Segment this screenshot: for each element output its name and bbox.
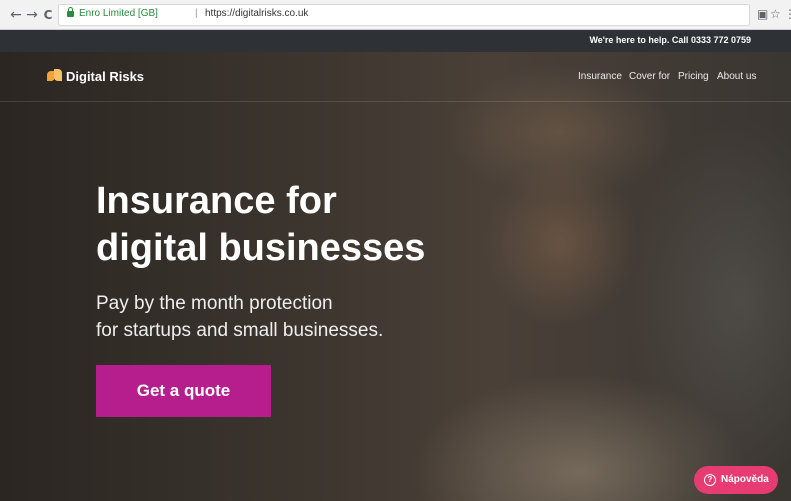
nav-pricing[interactable]: Pricing bbox=[678, 71, 709, 82]
back-arrow-icon[interactable]: ← bbox=[8, 6, 24, 24]
address-separator: | bbox=[195, 8, 198, 19]
site-header: Digital Risks Insurance Cover for Pricin… bbox=[0, 52, 791, 102]
forward-arrow-icon[interactable]: → bbox=[24, 6, 40, 24]
get-a-quote-button[interactable]: Get a quote bbox=[96, 365, 271, 417]
headline-line-2: digital businesses bbox=[96, 227, 426, 269]
brand-name[interactable]: Digital Risks bbox=[66, 69, 144, 84]
security-label: Enro Limited [GB] bbox=[79, 8, 158, 19]
hero-subheading: Pay by the month protection for startups… bbox=[96, 290, 383, 344]
hero-background bbox=[0, 52, 791, 501]
bookmark-star-icon[interactable]: ☆ bbox=[770, 6, 781, 22]
logo-shape-right bbox=[54, 69, 62, 81]
reload-icon[interactable]: C bbox=[40, 6, 56, 24]
hero-headline: Insurance for digital businesses bbox=[96, 178, 425, 272]
question-mark-icon: ? bbox=[704, 474, 716, 486]
browser-toolbar: ← → C Enro Limited [GB] | https://digita… bbox=[0, 0, 791, 30]
address-bar[interactable]: Enro Limited [GB] | https://digitalrisks… bbox=[58, 4, 750, 26]
help-widget-label: Nápověda bbox=[721, 474, 769, 485]
subheading-line-1: Pay by the month protection bbox=[96, 293, 333, 314]
contact-bar: We're here to help. Call 0333 772 0759 bbox=[0, 30, 791, 52]
digital-risks-logo-icon[interactable] bbox=[47, 69, 63, 83]
lock-icon bbox=[67, 7, 74, 17]
phone-help-text[interactable]: We're here to help. Call 0333 772 0759 bbox=[589, 35, 751, 45]
headline-line-1: Insurance for bbox=[96, 180, 337, 222]
nav-about-us[interactable]: About us bbox=[717, 71, 756, 82]
translate-icon[interactable]: ▣ bbox=[757, 6, 768, 22]
nav-insurance[interactable]: Insurance bbox=[578, 71, 622, 82]
nav-cover-for[interactable]: Cover for bbox=[629, 71, 670, 82]
subheading-line-2: for startups and small businesses. bbox=[96, 320, 384, 341]
url-text[interactable]: https://digitalrisks.co.uk bbox=[205, 8, 308, 19]
help-widget-button[interactable]: ? Nápověda bbox=[694, 466, 778, 494]
browser-menu-icon[interactable]: ⋮ bbox=[784, 6, 791, 22]
